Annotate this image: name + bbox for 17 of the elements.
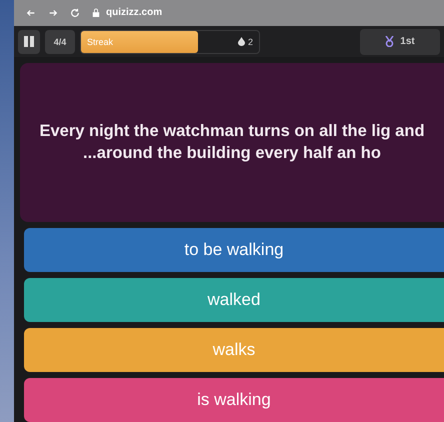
forward-icon[interactable] — [48, 8, 58, 18]
url-text[interactable]: quizizz.com — [106, 7, 162, 18]
answer-option[interactable]: walks — [24, 328, 444, 372]
pause-icon — [24, 36, 34, 48]
pause-button[interactable] — [18, 30, 40, 54]
answer-option[interactable]: is walking — [24, 378, 444, 422]
back-icon[interactable] — [26, 8, 36, 18]
question-counter: 4/4 — [45, 30, 75, 54]
question-text: Every night the watchman turns on all the lig and ...around the building every half an ho — [38, 121, 426, 164]
lock-icon — [92, 8, 100, 18]
streak-label: Streak — [87, 36, 114, 47]
medal-icon — [385, 36, 394, 48]
rank-text: 1st — [400, 36, 415, 48]
answer-option[interactable]: walked — [24, 278, 444, 322]
answer-option[interactable]: to be walking — [24, 228, 444, 272]
streak-count: 2 — [248, 36, 253, 47]
reload-icon[interactable] — [70, 8, 80, 18]
